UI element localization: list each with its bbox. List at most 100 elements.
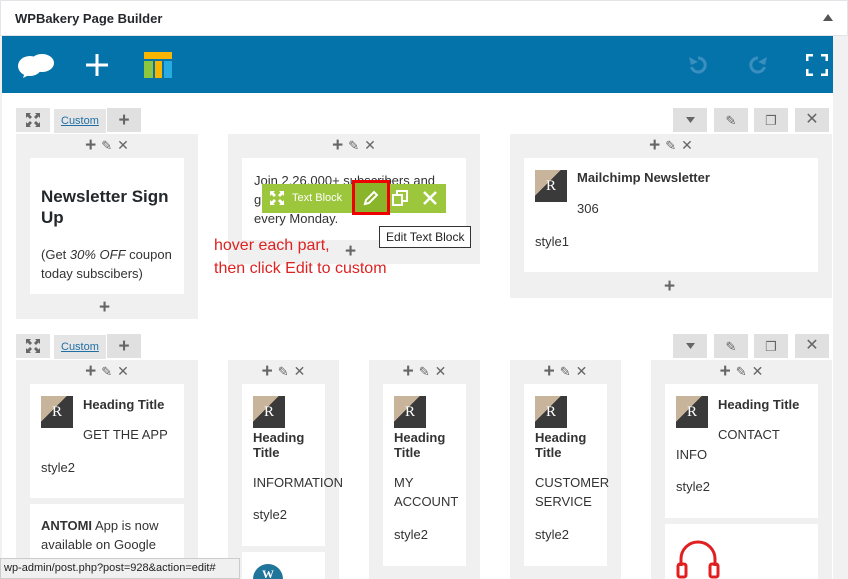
close-icon[interactable]: ✕	[117, 138, 129, 152]
add-element-icon[interactable]	[82, 36, 112, 93]
coupon-text-em: 30% OFF	[69, 247, 126, 262]
plus-icon[interactable]: +	[544, 362, 555, 381]
clone-icon: ❐	[765, 338, 777, 354]
element-subtitle-line1: MY	[394, 475, 414, 490]
pencil-icon[interactable]: ✎	[560, 365, 571, 378]
close-icon[interactable]: ✕	[576, 364, 588, 378]
element-title: Heading Title	[535, 430, 587, 460]
heading-element[interactable]: R Heading Title GET THE APP style2	[30, 384, 184, 498]
column-controls: + ✎ ✕	[510, 360, 621, 382]
column-add-element-icon[interactable]: +	[664, 277, 675, 296]
column-controls: + ✎ ✕	[510, 134, 832, 156]
close-icon[interactable]	[422, 190, 438, 211]
element-avatar: R	[394, 396, 426, 428]
element-avatar: R	[41, 396, 73, 428]
row-layout-custom[interactable]: Custom	[54, 335, 106, 359]
plus-icon[interactable]: +	[720, 362, 731, 381]
wordpress-element[interactable]: W	[242, 552, 325, 579]
row-add-column-button[interactable]: +	[107, 108, 141, 132]
plus-icon[interactable]: +	[403, 362, 414, 381]
pencil-icon[interactable]: ✎	[348, 139, 359, 152]
app-text: ANTOMI App is now available on Google	[41, 516, 181, 554]
column-controls: + ✎ ✕	[16, 360, 198, 382]
edit-element-button[interactable]	[352, 180, 390, 215]
undo-icon[interactable]	[684, 36, 712, 93]
row-move-handle[interactable]	[16, 334, 50, 358]
close-icon[interactable]: ✕	[294, 364, 306, 378]
annotation-line1: hover each part,	[214, 237, 330, 254]
row-edit-button[interactable]: ✎	[714, 108, 748, 132]
element-type-label: Text Block	[292, 192, 343, 204]
pencil-icon[interactable]: ✎	[736, 365, 747, 378]
close-icon[interactable]: ✕	[681, 138, 693, 152]
element-subtitle-line2: ACCOUNT	[394, 494, 459, 509]
row-add-column-button[interactable]: +	[107, 334, 141, 358]
element-title: Heading Title	[253, 430, 305, 460]
pencil-icon[interactable]: ✎	[278, 365, 289, 378]
plus-icon[interactable]: +	[85, 136, 96, 155]
pencil-icon[interactable]: ✎	[665, 139, 676, 152]
close-icon[interactable]: ✕	[117, 364, 129, 378]
row-delete-button[interactable]: ✕	[795, 334, 829, 358]
heading-element[interactable]: R Heading Title INFORMATION style2	[242, 384, 343, 546]
redo-icon[interactable]	[744, 36, 772, 93]
plus-icon[interactable]: +	[649, 136, 660, 155]
element-style: style2	[253, 507, 287, 522]
fullscreen-icon[interactable]	[804, 36, 830, 93]
page-builder: WPBakery Page Builder Custom + ✎ ❐ ✕ + ✎…	[0, 0, 848, 579]
column-controls: + ✎ ✕	[651, 360, 832, 382]
element-subtitle-line2: INFO	[676, 447, 708, 462]
row-clone-button[interactable]: ❐	[754, 334, 788, 358]
plus-icon[interactable]: +	[332, 136, 343, 155]
column-controls: + ✎ ✕	[369, 360, 480, 382]
edit-tooltip: Edit Text Block	[379, 226, 472, 248]
column-add-element-icon[interactable]: +	[99, 298, 110, 317]
row-layout-custom[interactable]: Custom	[54, 109, 106, 133]
mailchimp-element[interactable]: R Mailchimp Newsletter 306 style1	[524, 158, 818, 272]
element-subtitle: INFORMATION	[253, 475, 344, 490]
element-subtitle-line1: CONTACT	[718, 427, 780, 442]
element-subtitle-line2: SERVICE	[535, 494, 592, 509]
row-clone-button[interactable]: ❐	[754, 108, 788, 132]
collapse-arrow-icon[interactable]	[823, 14, 833, 21]
pencil-icon[interactable]: ✎	[101, 365, 112, 378]
element-avatar: R	[676, 396, 708, 428]
element-style: style2	[394, 527, 428, 542]
heading-element[interactable]: R Heading Title MY ACCOUNT style2	[383, 384, 466, 566]
heading-element[interactable]: R Heading Title CONTACT INFO style2	[665, 384, 818, 518]
plus-icon[interactable]: +	[262, 362, 273, 381]
element-avatar: R	[535, 170, 567, 202]
cloud-logo-icon[interactable]	[16, 36, 56, 93]
close-icon[interactable]: ✕	[435, 364, 447, 378]
element-style: style2	[41, 460, 75, 475]
row-toggle-button[interactable]	[673, 334, 707, 358]
coupon-text: (Get 30% OFF coupon today subscibers)	[41, 245, 181, 283]
row-toggle-button[interactable]	[673, 108, 707, 132]
row-edit-button[interactable]: ✎	[714, 334, 748, 358]
element-title: Mailchimp Newsletter	[577, 170, 710, 185]
element-title: Heading Title	[83, 397, 165, 412]
plus-icon: +	[118, 109, 130, 131]
close-icon[interactable]: ✕	[364, 138, 376, 152]
icon-element[interactable]	[665, 524, 818, 579]
element-value: 306	[577, 201, 599, 216]
pencil-icon[interactable]: ✎	[101, 139, 112, 152]
text-block-element[interactable]: Newsletter Sign Up (Get 30% OFF coupon t…	[30, 158, 184, 294]
close-icon[interactable]: ✕	[752, 364, 764, 378]
heading-element[interactable]: R Heading Title CUSTOMER SERVICE style2	[524, 384, 609, 566]
clone-icon[interactable]	[392, 190, 408, 211]
move-icon[interactable]	[270, 191, 284, 210]
element-style: style2	[676, 479, 710, 494]
element-style: style2	[535, 527, 569, 542]
annotation-line2: then click Edit to custom	[214, 260, 387, 277]
row-move-handle[interactable]	[16, 108, 50, 132]
coupon-text-pre: (Get	[41, 247, 70, 262]
plus-icon[interactable]: +	[85, 362, 96, 381]
templates-icon[interactable]	[142, 36, 174, 93]
plus-icon: +	[118, 335, 130, 357]
row-delete-button[interactable]: ✕	[795, 108, 829, 132]
wordpress-icon: W	[253, 564, 283, 579]
pencil-icon[interactable]: ✎	[419, 365, 430, 378]
browser-status-bar: wp-admin/post.php?post=928&action=edit#	[0, 558, 240, 579]
column-controls: + ✎ ✕	[228, 360, 339, 382]
